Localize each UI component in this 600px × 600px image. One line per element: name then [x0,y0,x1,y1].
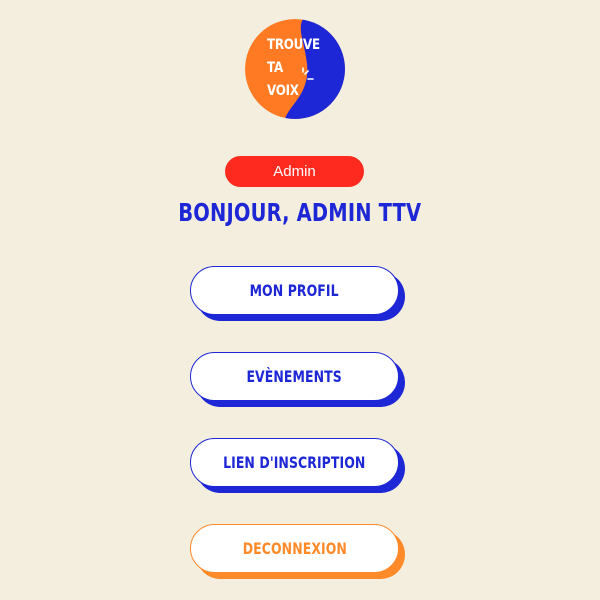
trouve-ta-voix-logo: TROUVE TA VOIX [245,19,345,119]
profile-button[interactable]: MON PROFIL [190,266,405,321]
greeting-text: BONJOUR, ADMIN TTV [178,198,422,227]
button-face[interactable]: EVÈNEMENTS [190,352,399,401]
button-face[interactable]: DECONNEXION [190,524,399,573]
logo-line-3: VOIX [267,83,299,99]
signup-link-button-label: LIEN D'INSCRIPTION [223,453,366,472]
logo-line-1: TROUVE [267,37,320,53]
logout-button[interactable]: DECONNEXION [190,524,405,579]
logo-line-2: TA [267,60,283,76]
greeting-heading: BONJOUR, ADMIN TTV [0,195,600,231]
profile-button-label: MON PROFIL [249,281,340,300]
signup-link-button[interactable]: LIEN D'INSCRIPTION [190,438,405,493]
events-button[interactable]: EVÈNEMENTS [190,352,405,407]
events-button-label: EVÈNEMENTS [246,367,343,386]
button-face[interactable]: MON PROFIL [190,266,399,315]
logo-wordmark: TROUVE TA VOIX [267,34,320,103]
button-face[interactable]: LIEN D'INSCRIPTION [190,438,399,487]
role-badge: Admin [225,156,364,187]
logout-button-label: DECONNEXION [242,539,347,558]
